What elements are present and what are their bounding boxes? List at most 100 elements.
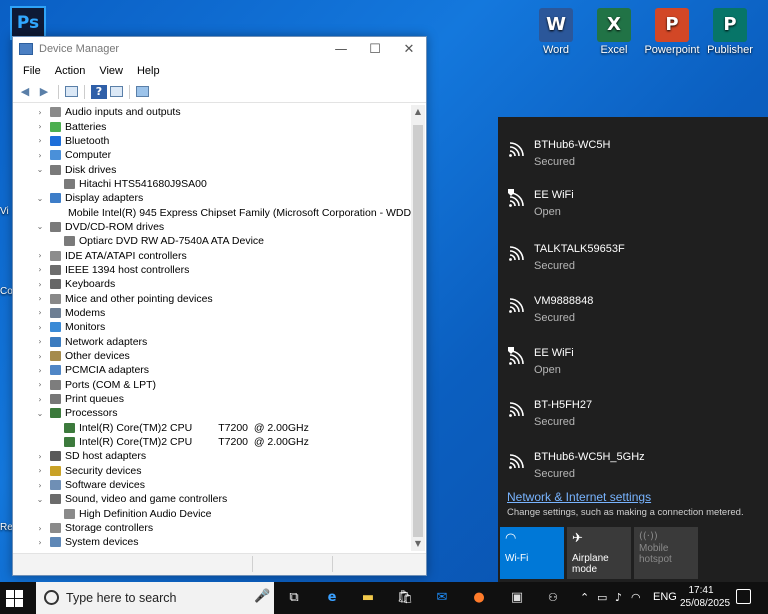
expand-chevron-icon[interactable]: › [35, 122, 45, 131]
expand-chevron-icon[interactable]: › [35, 337, 45, 346]
menu-file[interactable]: File [16, 65, 48, 77]
taskbar-search-box[interactable]: Type here to search 🎤 [36, 582, 274, 614]
expand-chevron-icon[interactable]: › [35, 452, 45, 461]
expand-chevron-icon[interactable]: › [35, 136, 45, 145]
device-category[interactable]: › Network adapters [13, 335, 411, 349]
firefox-icon[interactable]: ● [469, 588, 489, 608]
device-category[interactable]: › Monitors [13, 320, 411, 334]
device-item[interactable]: Hitachi HTS541680J9SA00 [13, 177, 411, 191]
device-category[interactable]: › Mice and other pointing devices [13, 291, 411, 305]
expand-chevron-icon[interactable]: › [35, 151, 45, 160]
device-category[interactable]: › Modems [13, 306, 411, 320]
device-category[interactable]: › Ports (COM & LPT) [13, 378, 411, 392]
wifi-network[interactable]: EE WiFi Open [498, 333, 768, 385]
device-category[interactable]: ⌄ Processors [13, 406, 411, 420]
chevron-up-icon[interactable]: ⌃ [580, 591, 589, 604]
device-category[interactable]: › PCMCIA adapters [13, 363, 411, 377]
expand-chevron-icon[interactable]: › [35, 108, 45, 117]
expand-chevron-icon[interactable]: › [35, 308, 45, 317]
close-button[interactable]: ✕ [392, 42, 426, 57]
device-item[interactable]: High Definition Audio Device [13, 507, 411, 521]
device-item[interactable]: Mobile Intel(R) 945 Express Chipset Fami… [13, 205, 411, 219]
device-category[interactable]: ⌄ Sound, video and game controllers [13, 492, 411, 506]
expand-chevron-icon[interactable]: › [35, 280, 45, 289]
expand-chevron-icon[interactable]: › [35, 380, 45, 389]
expand-chevron-icon[interactable]: › [35, 294, 45, 303]
expand-chevron-icon[interactable]: › [35, 265, 45, 274]
collapse-chevron-icon[interactable]: ⌄ [35, 409, 45, 418]
scroll-thumb[interactable] [413, 125, 423, 537]
device-category[interactable]: › Software devices [13, 478, 411, 492]
scroll-down-arrow-icon[interactable]: ▼ [411, 537, 425, 551]
microphone-icon[interactable]: 🎤 [254, 589, 270, 604]
menu-action[interactable]: Action [48, 65, 93, 77]
device-category[interactable]: ⌄ DVD/CD-ROM drives [13, 220, 411, 234]
expand-chevron-icon[interactable]: › [35, 481, 45, 490]
device-manager-taskbar-icon[interactable]: ▣ [507, 588, 527, 608]
mobile-hotspot-toggle[interactable]: ((·)) Mobile hotspot [634, 527, 698, 579]
device-category[interactable]: › Batteries [13, 119, 411, 133]
expand-chevron-icon[interactable]: › [35, 466, 45, 475]
device-category[interactable]: › Storage controllers [13, 521, 411, 535]
device-category[interactable]: › IDE ATA/ATAPI controllers [13, 248, 411, 262]
menu-help[interactable]: Help [130, 65, 167, 77]
people-icon[interactable]: ⚇ [548, 591, 558, 604]
expand-chevron-icon[interactable]: › [35, 352, 45, 361]
notifications-icon[interactable] [736, 589, 751, 604]
language-indicator[interactable]: ENG [653, 591, 677, 603]
mail-icon[interactable]: ✉ [432, 588, 452, 608]
device-category[interactable]: › Security devices [13, 464, 411, 478]
device-category[interactable]: › Keyboards [13, 277, 411, 291]
expand-chevron-icon[interactable]: › [35, 524, 45, 533]
minimize-button[interactable]: — [324, 42, 358, 57]
desktop-shortcut[interactable]: W Word [524, 8, 588, 56]
maximize-button[interactable]: ☐ [358, 42, 392, 57]
back-arrow-icon[interactable]: ◀ [17, 85, 33, 99]
forward-arrow-icon[interactable]: ▶ [36, 85, 52, 99]
device-category[interactable]: › IEEE 1394 host controllers [13, 263, 411, 277]
file-explorer-icon[interactable]: ▬ [358, 588, 378, 608]
expand-chevron-icon[interactable]: › [35, 538, 45, 547]
desktop-shortcut[interactable]: P Powerpoint [640, 8, 704, 56]
device-item[interactable]: Intel(R) Core(TM)2 CPU T7200 @ 2.00GHz [13, 421, 411, 435]
wifi-toggle[interactable]: ◠ Wi-Fi [500, 527, 564, 579]
properties-icon[interactable] [110, 86, 123, 97]
desktop-shortcut[interactable]: X Excel [582, 8, 646, 56]
photoshop-icon[interactable]: Ps [10, 6, 46, 40]
title-bar[interactable]: Device Manager — ☐ ✕ [13, 37, 426, 61]
network-settings-link[interactable]: Network & Internet settings [507, 490, 651, 504]
expand-chevron-icon[interactable]: › [35, 395, 45, 404]
expand-chevron-icon[interactable]: › [35, 366, 45, 375]
menu-view[interactable]: View [92, 65, 130, 77]
device-category[interactable]: › Computer [13, 148, 411, 162]
volume-icon[interactable]: ♪ [615, 591, 622, 604]
clock[interactable]: 17:41 25/08/2025 [680, 584, 730, 610]
device-category[interactable]: › SD host adapters [13, 449, 411, 463]
scan-hardware-icon[interactable] [136, 86, 149, 97]
wifi-network[interactable]: BT-H5FH27 Secured [498, 385, 768, 437]
device-category[interactable]: › Other devices [13, 349, 411, 363]
expand-chevron-icon[interactable]: › [35, 251, 45, 260]
network-tray-icon[interactable]: ◠ [631, 591, 641, 604]
device-category[interactable]: › Audio inputs and outputs [13, 105, 411, 119]
show-hide-console-tree-icon[interactable] [65, 86, 78, 97]
wifi-network[interactable]: TALKTALK59653F Secured [498, 229, 768, 281]
device-category[interactable]: › Print queues [13, 392, 411, 406]
wifi-network[interactable]: BTHub6-WC5H_5GHz Secured [498, 437, 768, 489]
expand-chevron-icon[interactable]: › [35, 323, 45, 332]
collapse-chevron-icon[interactable]: ⌄ [35, 194, 45, 203]
device-category[interactable]: › Bluetooth [13, 134, 411, 148]
help-icon[interactable]: ? [91, 84, 107, 99]
device-category[interactable]: ⌄ Disk drives [13, 162, 411, 176]
edge-icon[interactable]: e [322, 588, 342, 608]
collapse-chevron-icon[interactable]: ⌄ [35, 165, 45, 174]
airplane-mode-toggle[interactable]: ✈ Airplane mode [567, 527, 631, 579]
device-category[interactable]: ⌄ Display adapters [13, 191, 411, 205]
vertical-scrollbar[interactable]: ▲ ▼ [411, 105, 425, 551]
scroll-up-arrow-icon[interactable]: ▲ [411, 105, 425, 119]
wifi-network[interactable]: BTHub6-WC5H Secured [498, 125, 768, 177]
device-item[interactable]: Optiarc DVD RW AD-7540A ATA Device [13, 234, 411, 248]
device-category[interactable]: › System devices [13, 535, 411, 549]
desktop-shortcut[interactable]: P Publisher [698, 8, 762, 56]
collapse-chevron-icon[interactable]: ⌄ [35, 222, 45, 231]
